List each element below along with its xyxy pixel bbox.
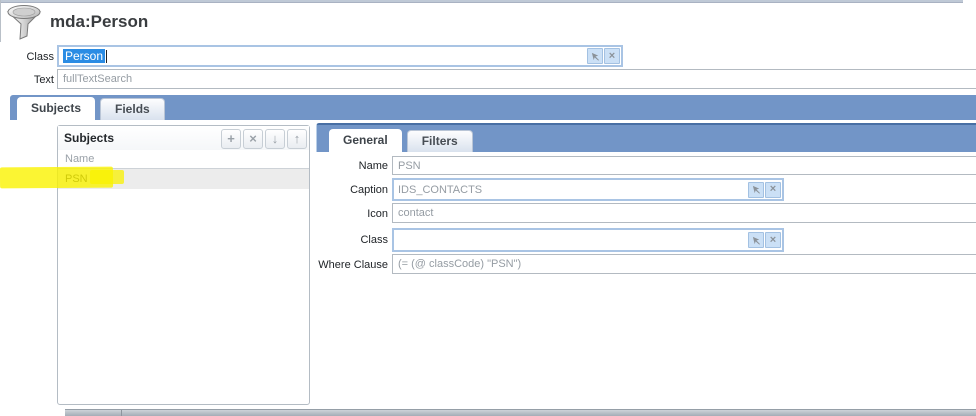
subjects-panel-header: Subjects + × ↓ ↑ xyxy=(58,126,309,150)
target-cursor-icon xyxy=(752,236,761,245)
class-detail-field-label: Class xyxy=(300,234,388,246)
class-field-label: Class xyxy=(0,51,54,63)
main-tab-band: Subjects Fields xyxy=(10,95,976,120)
caption-input-value: IDS_CONTACTS xyxy=(398,184,482,196)
bottom-panel-divider xyxy=(121,410,122,416)
tab-subjects[interactable]: Subjects xyxy=(17,97,95,120)
text-input[interactable]: fullTextSearch xyxy=(57,69,976,89)
app-window: mda:Person Class Person × Text fullTextS… xyxy=(0,0,976,416)
subjects-toolbar: + × ↓ ↑ xyxy=(221,128,309,149)
class-pick-button[interactable] xyxy=(587,48,603,64)
caption-input[interactable]: IDS_CONTACTS × xyxy=(392,178,784,201)
text-field-label: Text xyxy=(0,74,54,86)
where-clause-input-value: (= (@ classCode) "PSN") xyxy=(398,258,521,270)
class-detail-input[interactable]: × xyxy=(392,228,784,252)
icon-input-value: contact xyxy=(398,207,433,219)
name-field-label: Name xyxy=(300,160,388,172)
subjects-panel-title: Subjects xyxy=(64,131,114,145)
tab-general[interactable]: General xyxy=(329,129,402,152)
top-divider xyxy=(0,0,963,3)
caption-pick-button[interactable] xyxy=(748,182,764,198)
tab-fields[interactable]: Fields xyxy=(100,98,165,120)
icon-field-label: Icon xyxy=(300,208,388,220)
move-up-icon[interactable]: ↑ xyxy=(287,129,307,149)
class-input[interactable]: Person × xyxy=(57,45,623,67)
target-cursor-icon xyxy=(752,185,761,194)
bottom-panel-edge xyxy=(65,409,976,416)
caption-clear-button[interactable]: × xyxy=(765,182,781,198)
name-input[interactable]: PSN xyxy=(392,156,976,175)
tab-filters[interactable]: Filters xyxy=(407,130,473,152)
yellow-highlighter-annotation-edge xyxy=(90,170,124,184)
class-input-selected-text: Person xyxy=(63,49,105,63)
move-down-icon[interactable]: ↓ xyxy=(265,129,285,149)
icon-input[interactable]: contact xyxy=(392,203,976,223)
left-divider xyxy=(0,0,1,42)
caption-field-label: Caption xyxy=(300,184,388,196)
detail-tab-band: General Filters xyxy=(316,123,976,152)
name-input-value: PSN xyxy=(398,160,421,172)
text-caret xyxy=(106,50,107,63)
class-clear-button[interactable]: × xyxy=(604,48,620,64)
funnel-icon xyxy=(4,3,44,48)
where-clause-field-label: Where Clause xyxy=(290,259,388,271)
remove-icon[interactable]: × xyxy=(243,129,263,149)
where-clause-input[interactable]: (= (@ classCode) "PSN") xyxy=(392,254,976,274)
class-detail-clear-button[interactable]: × xyxy=(765,232,781,248)
add-icon[interactable]: + xyxy=(221,129,241,149)
text-input-value: fullTextSearch xyxy=(63,73,132,85)
class-detail-pick-button[interactable] xyxy=(748,232,764,248)
target-cursor-icon xyxy=(591,52,600,61)
page-title: mda:Person xyxy=(50,12,148,32)
